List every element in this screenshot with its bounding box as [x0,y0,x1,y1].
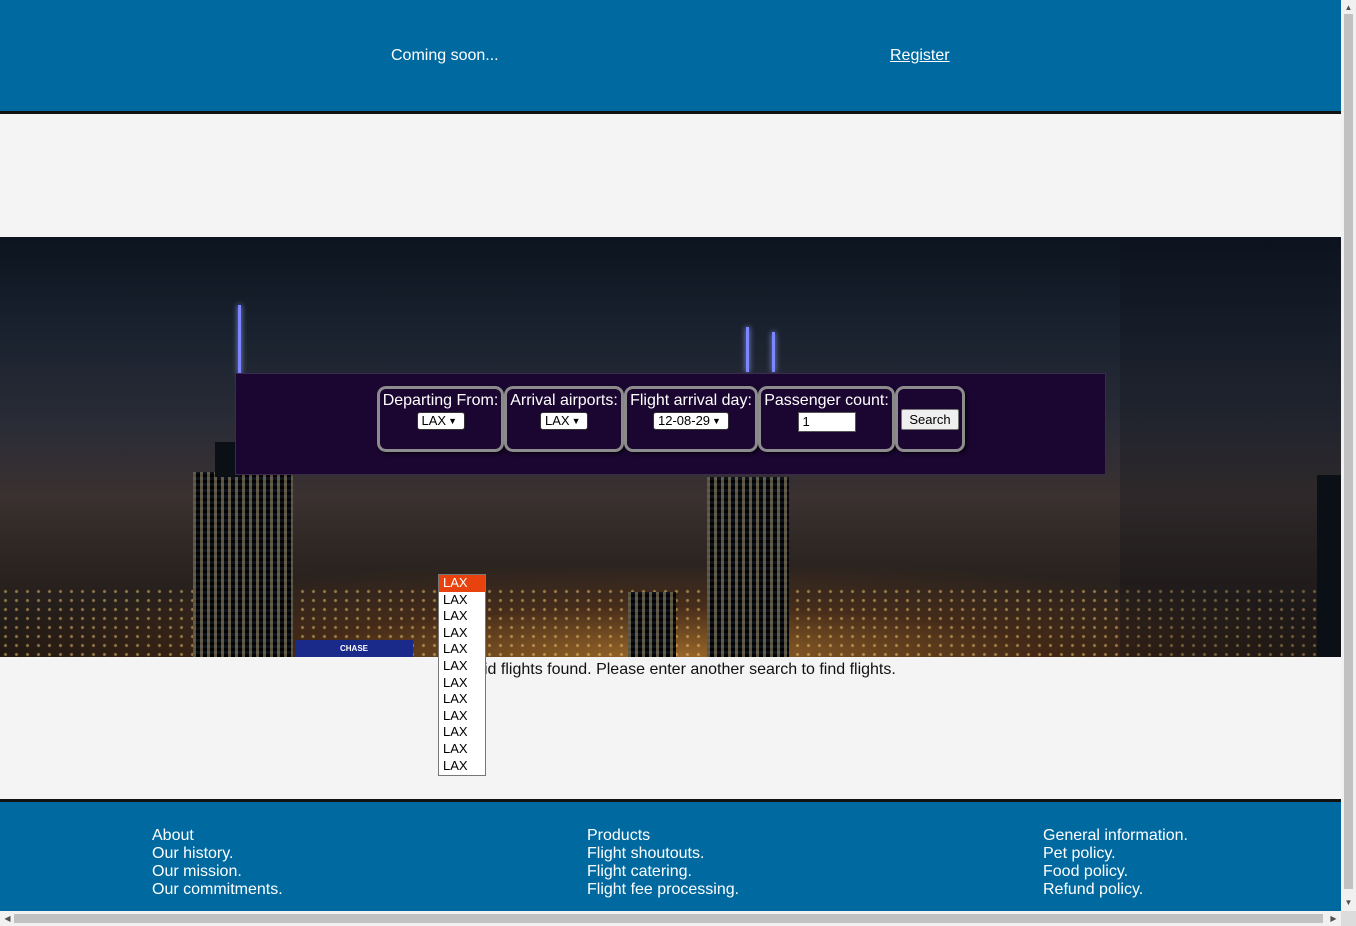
footer-link-pet-policy[interactable]: Pet policy. [1043,845,1188,863]
left-antenna [238,305,241,375]
arrival-day-select[interactable]: 12-08-29 ▼ [653,412,729,430]
footer-general-heading[interactable]: General information. [1043,827,1188,845]
horizontal-scrollbar[interactable]: ◀ ▶ [0,911,1341,926]
footer-products-heading[interactable]: Products [587,827,739,845]
arrow-right-icon[interactable]: ▶ [1326,913,1341,925]
center-left-tower [628,592,676,657]
arrival-select-value: LAX [545,413,570,428]
search-field: Search [895,386,965,452]
site-header: Coming soon... Register [0,0,1341,114]
footer-link-mission[interactable]: Our mission. [152,863,283,881]
arrival-day-select-value: 12-08-29 [658,413,711,428]
dropdown-option[interactable]: LAX [439,724,485,741]
center-antenna-2 [772,332,775,372]
site-footer: About Our history. Our mission. Our comm… [0,799,1341,911]
passenger-label: Passenger count: [764,392,889,409]
vertical-scrollbar[interactable]: ▲ ▼ [1341,0,1356,911]
chevron-down-icon: ▼ [571,416,581,426]
footer-link-history[interactable]: Our history. [152,845,283,863]
center-antenna-1 [746,327,749,372]
footer-link-fee-processing[interactable]: Flight fee processing. [587,881,739,899]
arrival-field: Arrival airports: LAX ▼ [504,386,624,452]
page: Coming soon... Register CHASE Departing … [0,0,1341,911]
arrival-label: Arrival airports: [510,392,618,409]
dropdown-option[interactable]: LAX [439,758,485,775]
dropdown-option[interactable]: LAX [439,641,485,658]
arrow-up-icon[interactable]: ▲ [1341,2,1356,14]
footer-products-column: Products Flight shoutouts. Flight cateri… [587,827,739,899]
passenger-count-input[interactable]: 1 [797,412,856,432]
search-button[interactable]: Search [901,409,959,430]
horizontal-scroll-thumb[interactable] [14,914,1323,923]
dropdown-option[interactable]: LAX [439,658,485,675]
arrow-left-icon[interactable]: ◀ [0,913,15,925]
departing-field: Departing From: LAX ▼ [377,386,504,452]
arrival-day-label: Flight arrival day: [630,392,752,409]
footer-link-shoutouts[interactable]: Flight shoutouts. [587,845,739,863]
dropdown-option[interactable]: LAX [439,608,485,625]
footer-about-column: About Our history. Our mission. Our comm… [152,827,283,899]
dropdown-option[interactable]: LAX [439,575,485,592]
arrival-select[interactable]: LAX ▼ [540,412,588,430]
arrival-day-field: Flight arrival day: 12-08-29 ▼ [624,386,758,452]
footer-link-commitments[interactable]: Our commitments. [152,881,283,899]
departing-dropdown-list[interactable]: LAX LAX LAX LAX LAX LAX LAX LAX LAX LAX … [438,574,486,776]
register-link[interactable]: Register [890,47,950,65]
vertical-scroll-thumb[interactable] [1344,14,1353,889]
chevron-down-icon: ▼ [712,416,721,426]
footer-link-catering[interactable]: Flight catering. [587,863,739,881]
coming-soon-text: Coming soon... [391,47,499,64]
chevron-down-icon: ▼ [448,416,457,426]
no-flights-message: id flights found. Please enter another s… [484,661,896,678]
footer-link-refund-policy[interactable]: Refund policy. [1043,881,1188,899]
departing-select-value: LAX [421,413,447,428]
passenger-field: Passenger count: 1 [758,386,895,452]
departing-label: Departing From: [382,392,499,409]
dropdown-option[interactable]: LAX [439,592,485,609]
dropdown-option[interactable]: LAX [439,741,485,758]
dropdown-option[interactable]: LAX [439,708,485,725]
scrollbar-corner [1341,911,1356,926]
footer-link-food-policy[interactable]: Food policy. [1043,863,1188,881]
flight-search-form: Departing From: LAX ▼ Arrival airports: L… [235,373,1106,475]
arrow-down-icon[interactable]: ▼ [1341,897,1356,909]
left-tower [193,472,293,657]
footer-about-heading[interactable]: About [152,827,283,845]
dropdown-option[interactable]: LAX [439,625,485,642]
right-dark-panel [1120,237,1341,657]
footer-general-column: General information. Pet policy. Food po… [1043,827,1188,899]
chase-sign: CHASE [295,640,413,657]
dropdown-option[interactable]: LAX [439,675,485,692]
center-tower [707,477,789,657]
departing-select[interactable]: LAX ▼ [416,412,465,430]
dropdown-option[interactable]: LAX [439,691,485,708]
